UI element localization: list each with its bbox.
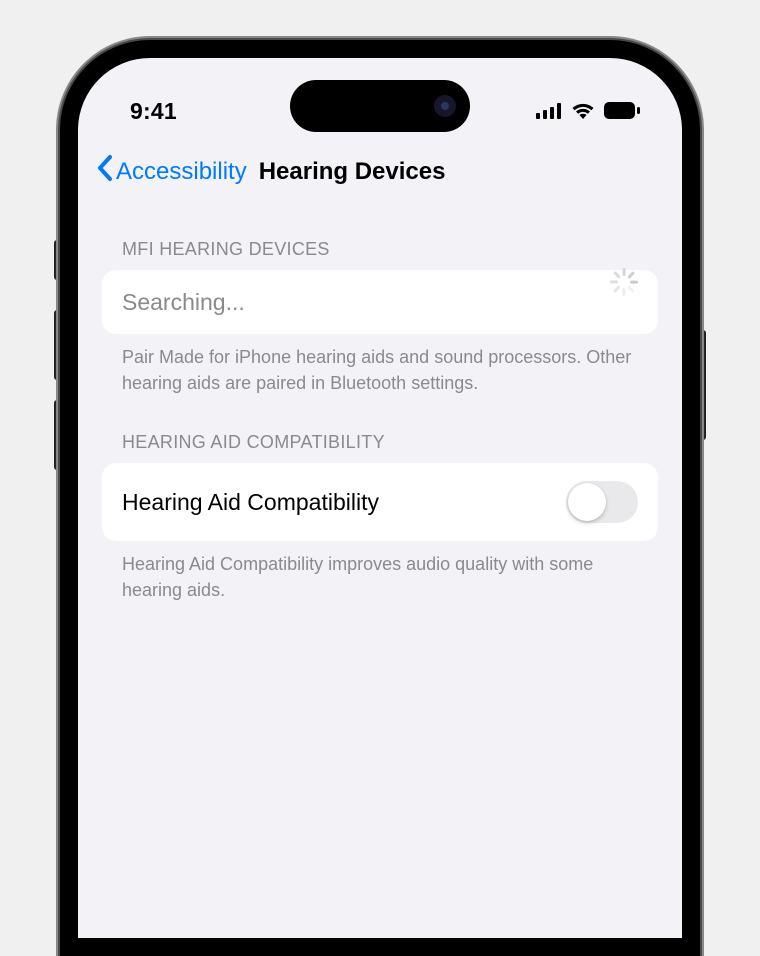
nav-bar: Accessibility Hearing Devices	[78, 136, 682, 203]
wifi-icon	[571, 98, 595, 125]
toggle-knob	[568, 483, 606, 521]
status-time: 9:41	[130, 98, 177, 125]
compat-row-label: Hearing Aid Compatibility	[122, 489, 379, 516]
compat-row[interactable]: Hearing Aid Compatibility	[102, 463, 658, 541]
cellular-signal-icon	[536, 98, 562, 125]
section-header-compat: HEARING AID COMPATIBILITY	[102, 396, 658, 463]
spinner-icon	[610, 288, 638, 316]
section-footer-mfi: Pair Made for iPhone hearing aids and so…	[102, 334, 658, 396]
front-camera-icon	[434, 95, 456, 117]
section-footer-compat: Hearing Aid Compatibility improves audio…	[102, 541, 658, 603]
mfi-searching-row: Searching...	[102, 270, 658, 334]
compat-toggle[interactable]	[566, 481, 638, 523]
back-button[interactable]: Accessibility	[96, 154, 247, 189]
phone-frame: 9:41	[60, 40, 700, 956]
page-title: Hearing Devices	[259, 158, 446, 186]
screen: 9:41	[78, 58, 682, 938]
mfi-status-label: Searching...	[122, 289, 245, 316]
section-header-mfi: MFI HEARING DEVICES	[102, 203, 658, 270]
battery-icon	[604, 98, 640, 125]
back-label: Accessibility	[116, 158, 247, 186]
dynamic-island	[290, 80, 470, 132]
chevron-left-icon	[96, 154, 114, 189]
power-button	[700, 330, 706, 440]
